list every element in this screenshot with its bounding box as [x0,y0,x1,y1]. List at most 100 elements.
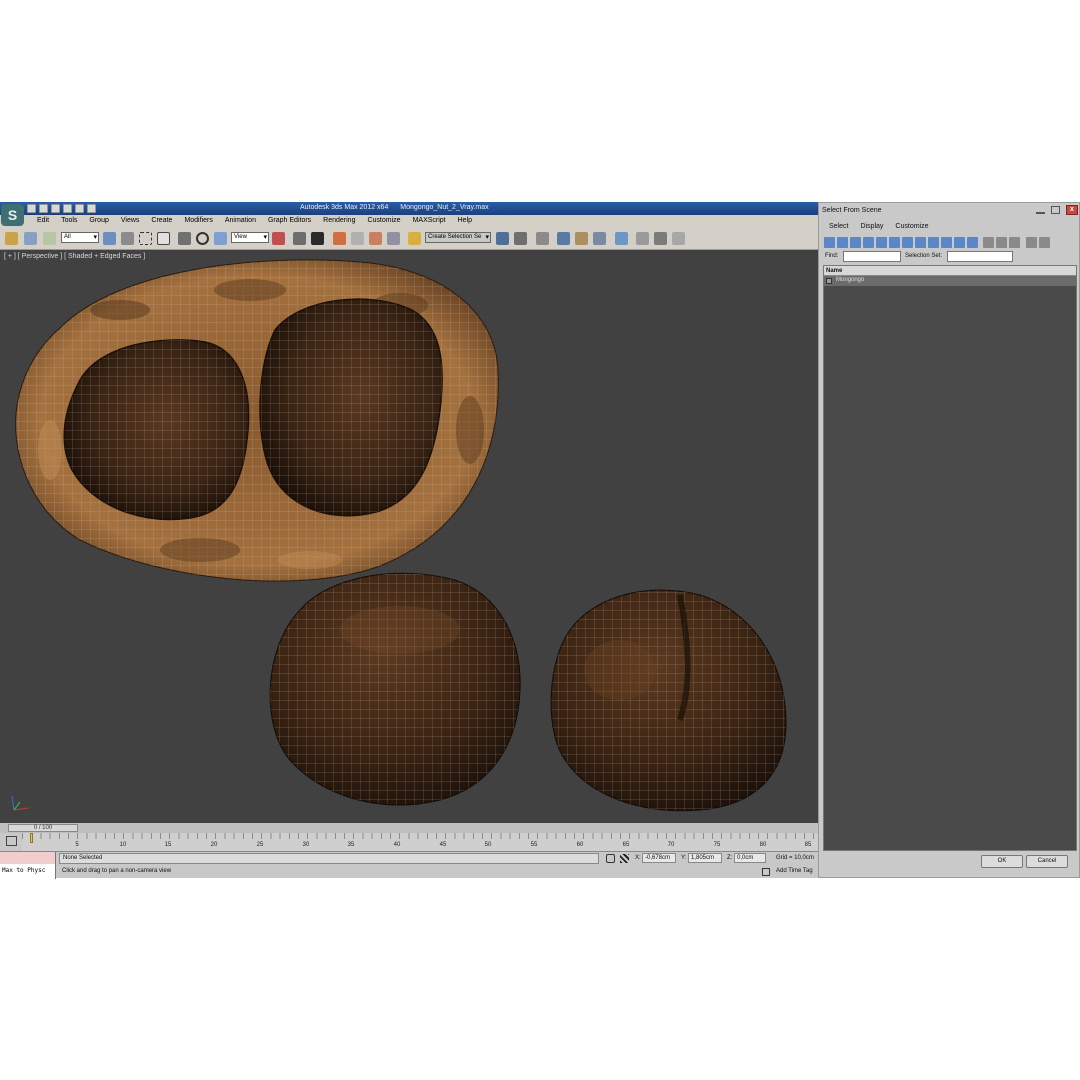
find-input[interactable] [843,251,901,262]
menu-help[interactable]: Help [452,215,478,227]
new-file-icon[interactable] [27,204,36,213]
maximize-icon[interactable] [1051,206,1060,214]
perspective-viewport[interactable]: [ + ] [ Perspective ] [ Shaded + Edged F… [0,250,818,823]
named-selection-dropdown[interactable]: Create Selection Se [425,232,491,243]
rectangular-selection-icon[interactable] [139,232,152,245]
helpers-filter-icon[interactable] [876,237,887,248]
ok-button[interactable]: OK [981,855,1023,868]
angle-snap-icon[interactable] [351,232,364,245]
list-item[interactable]: Mongongo [824,276,1076,286]
find-case-icon[interactable] [1039,237,1050,248]
link-icon[interactable] [5,232,18,245]
tick-label: 10 [119,842,127,848]
frame-counter-slider[interactable]: 0 / 100 [8,824,78,832]
frozen-filter-icon[interactable] [954,237,965,248]
menu-tools[interactable]: Tools [55,215,83,227]
menu-edit[interactable]: Edit [31,215,55,227]
z-coord-field[interactable]: 0,0cm [734,853,766,863]
open-file-icon[interactable] [39,204,48,213]
y-coord-field[interactable]: 1,805cm [688,853,722,863]
redo-icon[interactable] [75,204,84,213]
dialog-menu-customize[interactable]: Customize [889,221,934,233]
display-none-icon[interactable] [996,237,1007,248]
rotate-icon[interactable] [196,232,209,245]
groups-filter-icon[interactable] [902,237,913,248]
keyboard-shortcut-icon[interactable] [311,232,324,245]
unlink-icon[interactable] [24,232,37,245]
cameras-filter-icon[interactable] [863,237,874,248]
shapes-filter-icon[interactable] [837,237,848,248]
graphite-ribbon-icon[interactable] [557,232,570,245]
save-file-icon[interactable] [51,204,60,213]
mongongo-kernel-right[interactable] [540,580,800,820]
selection-set-dropdown[interactable] [947,251,1013,262]
material-editor-icon[interactable] [615,232,628,245]
menu-graph-editors[interactable]: Graph Editors [262,215,317,227]
project-folder-icon[interactable] [87,204,96,213]
render-teapot-icon[interactable] [672,232,685,245]
rendered-frame-window-icon[interactable] [654,232,667,245]
mongongo-kernel-left[interactable] [260,560,530,820]
absolute-mode-icon[interactable] [620,854,629,863]
select-by-name-icon[interactable] [121,232,134,245]
add-time-tag-button[interactable]: Add Time Tag [776,868,813,874]
maxscript-listener[interactable]: Max to Physc [0,852,56,879]
mirror-icon[interactable] [496,232,509,245]
bind-space-warp-icon[interactable] [43,232,56,245]
curve-editor-icon[interactable] [575,232,588,245]
cancel-button[interactable]: Cancel [1026,855,1068,868]
time-tag-icon[interactable] [762,868,770,876]
selection-filter-dropdown[interactable]: All [61,232,99,243]
xrefs-filter-icon[interactable] [915,237,926,248]
column-header-name[interactable]: Name [824,266,1076,276]
window-crossing-icon[interactable] [157,232,170,245]
undo-icon[interactable] [63,204,72,213]
frame-ruler[interactable]: 5 10 15 20 25 30 35 40 45 50 55 60 65 70… [22,833,818,851]
scale-icon[interactable] [214,232,227,245]
schematic-view-icon[interactable] [593,232,606,245]
menu-group[interactable]: Group [83,215,114,227]
pivot-center-icon[interactable] [272,232,285,245]
snaps-toggle-icon[interactable] [333,232,346,245]
time-slider-track[interactable]: 0 / 100 [0,823,818,833]
mini-curve-editor-icon[interactable] [6,836,17,846]
dialog-menu-display[interactable]: Display [854,221,889,233]
menu-animation[interactable]: Animation [219,215,262,227]
menu-modifiers[interactable]: Modifiers [178,215,218,227]
bones-filter-icon[interactable] [928,237,939,248]
spinner-snap-icon[interactable] [387,232,400,245]
align-icon[interactable] [514,232,527,245]
lights-filter-icon[interactable] [850,237,861,248]
minimize-icon[interactable] [1036,207,1045,214]
geometry-filter-icon[interactable] [824,237,835,248]
reference-coordinate-dropdown[interactable]: View [231,232,269,243]
maxscript-input[interactable]: Max to Physc [0,864,55,879]
x-coord-field[interactable]: -0,678cm [642,853,676,863]
menu-views[interactable]: Views [115,215,146,227]
application-button[interactable]: S [1,204,24,226]
select-manipulate-icon[interactable] [293,232,306,245]
hidden-filter-icon[interactable] [967,237,978,248]
select-object-icon[interactable] [103,232,116,245]
menu-maxscript[interactable]: MAXScript [407,215,452,227]
menu-create[interactable]: Create [145,215,178,227]
menu-rendering[interactable]: Rendering [317,215,361,227]
layer-manager-icon[interactable] [536,232,549,245]
close-icon[interactable]: x [1066,205,1078,215]
percent-snap-icon[interactable] [369,232,382,245]
display-invert-icon[interactable] [1009,237,1020,248]
mongongo-shell-half[interactable] [0,250,520,610]
dialog-menu-select[interactable]: Select [823,221,854,233]
containers-filter-icon[interactable] [941,237,952,248]
selection-lock-icon[interactable] [606,854,615,863]
move-icon[interactable] [178,232,191,245]
render-setup-icon[interactable] [636,232,649,245]
current-frame-marker[interactable] [30,833,33,843]
display-all-icon[interactable] [983,237,994,248]
filter-icon[interactable] [1026,237,1037,248]
scene-object-list[interactable]: Name Mongongo [823,265,1077,851]
menu-customize[interactable]: Customize [361,215,406,227]
viewport-label[interactable]: [ + ] [ Perspective ] [ Shaded + Edged F… [4,253,145,260]
space-warps-filter-icon[interactable] [889,237,900,248]
edit-named-selection-icon[interactable] [408,232,421,245]
